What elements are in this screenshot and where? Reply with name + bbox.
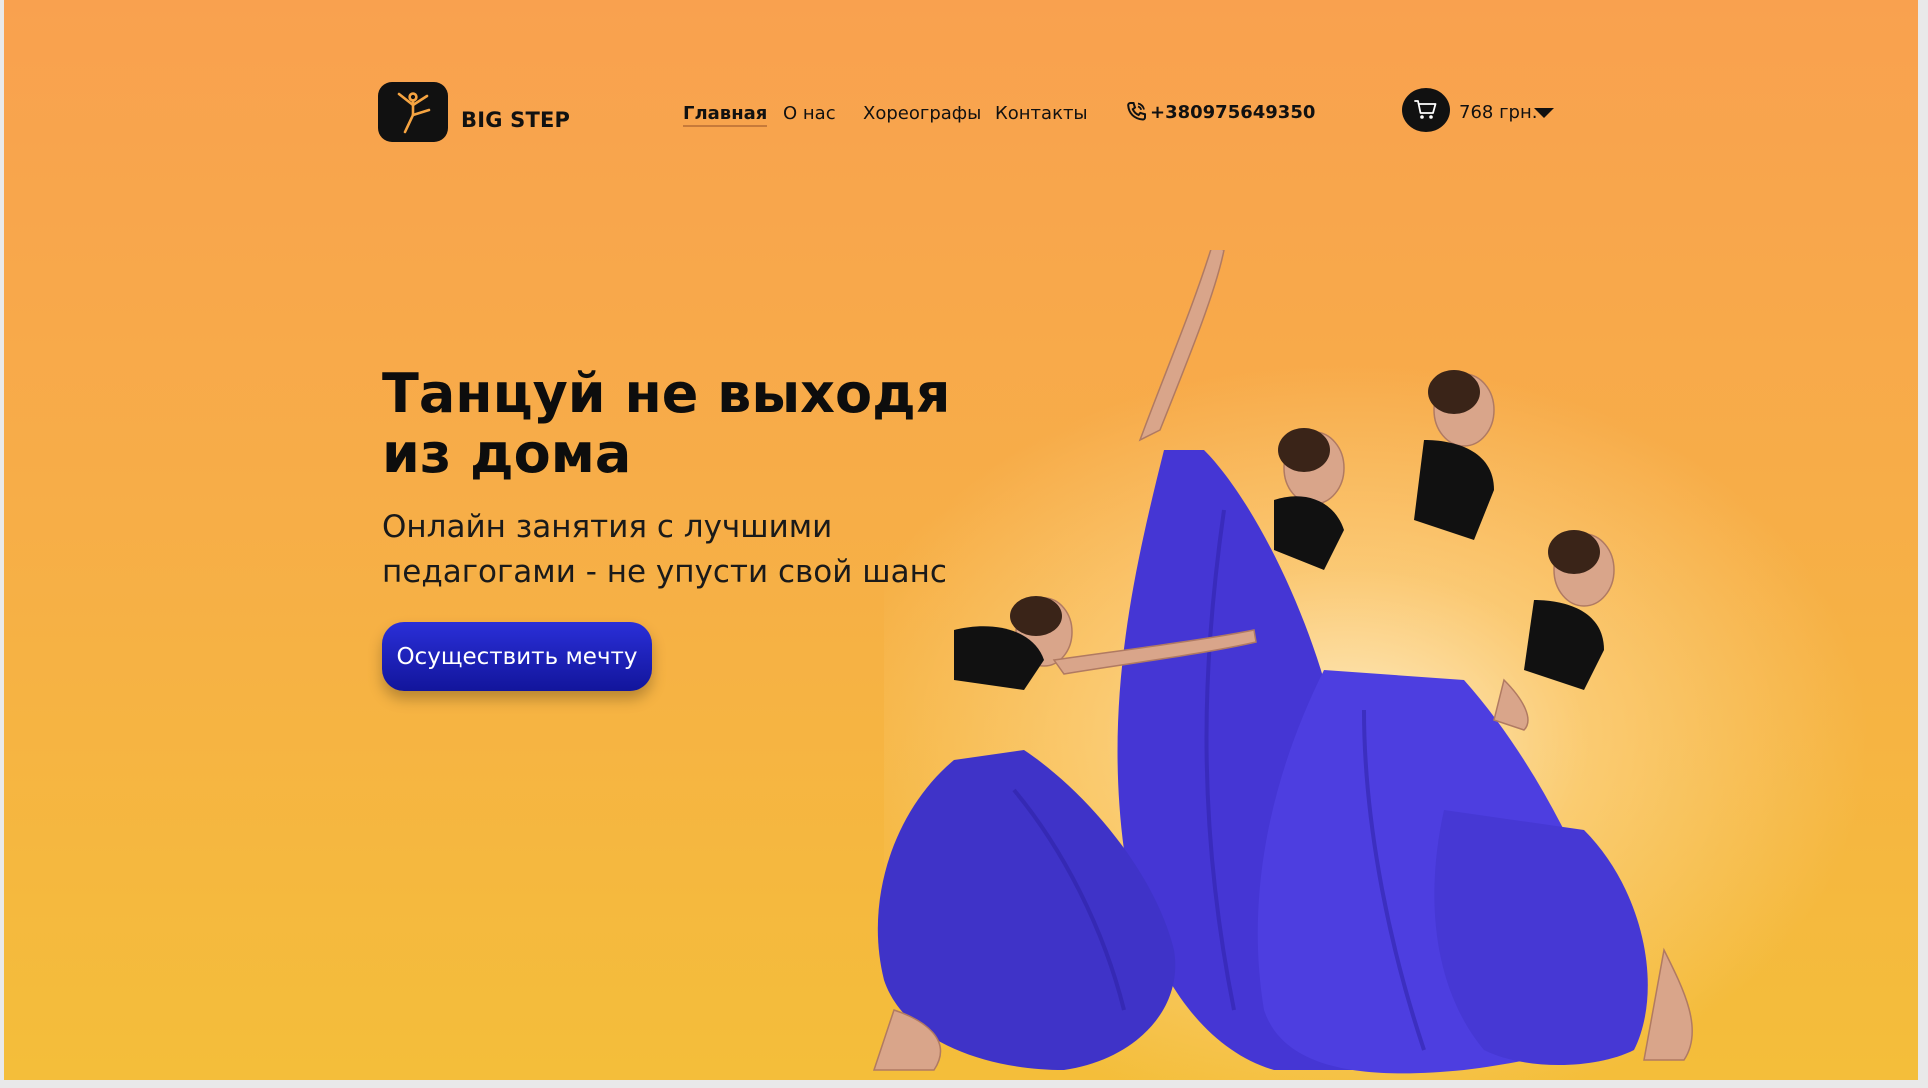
nav-item-choreographers[interactable]: Хореографы [863,103,981,124]
nav-item-contacts[interactable]: Контакты [995,103,1088,124]
phone-number: +380975649350 [1150,101,1316,123]
cart-button[interactable] [1402,88,1450,132]
hero-subtitle-line1: Онлайн занятия с лучшими [382,509,833,545]
site-header: BIG STEP Главная О нас Хореографы Контак… [4,0,1918,160]
cart-icon [1414,100,1437,119]
chevron-down-icon[interactable] [1534,108,1554,118]
cta-button[interactable]: Осуществить мечту [382,622,652,691]
dancer-icon [397,92,431,134]
hero-title-line2: из дома [382,422,632,485]
logo[interactable] [378,82,448,142]
nav-item-about[interactable]: О нас [783,103,836,124]
phone-link[interactable]: +380975649350 [1124,100,1315,124]
landing-page: BIG STEP Главная О нас Хореографы Контак… [4,0,1918,1080]
dancers-image [872,250,1693,1074]
nav-item-home[interactable]: Главная [683,103,768,127]
brand-name[interactable]: BIG STEP [461,108,570,132]
phone-icon [1127,102,1146,121]
cart-price: 768 грн. [1459,102,1538,123]
dancer-skirts [877,450,1648,1074]
